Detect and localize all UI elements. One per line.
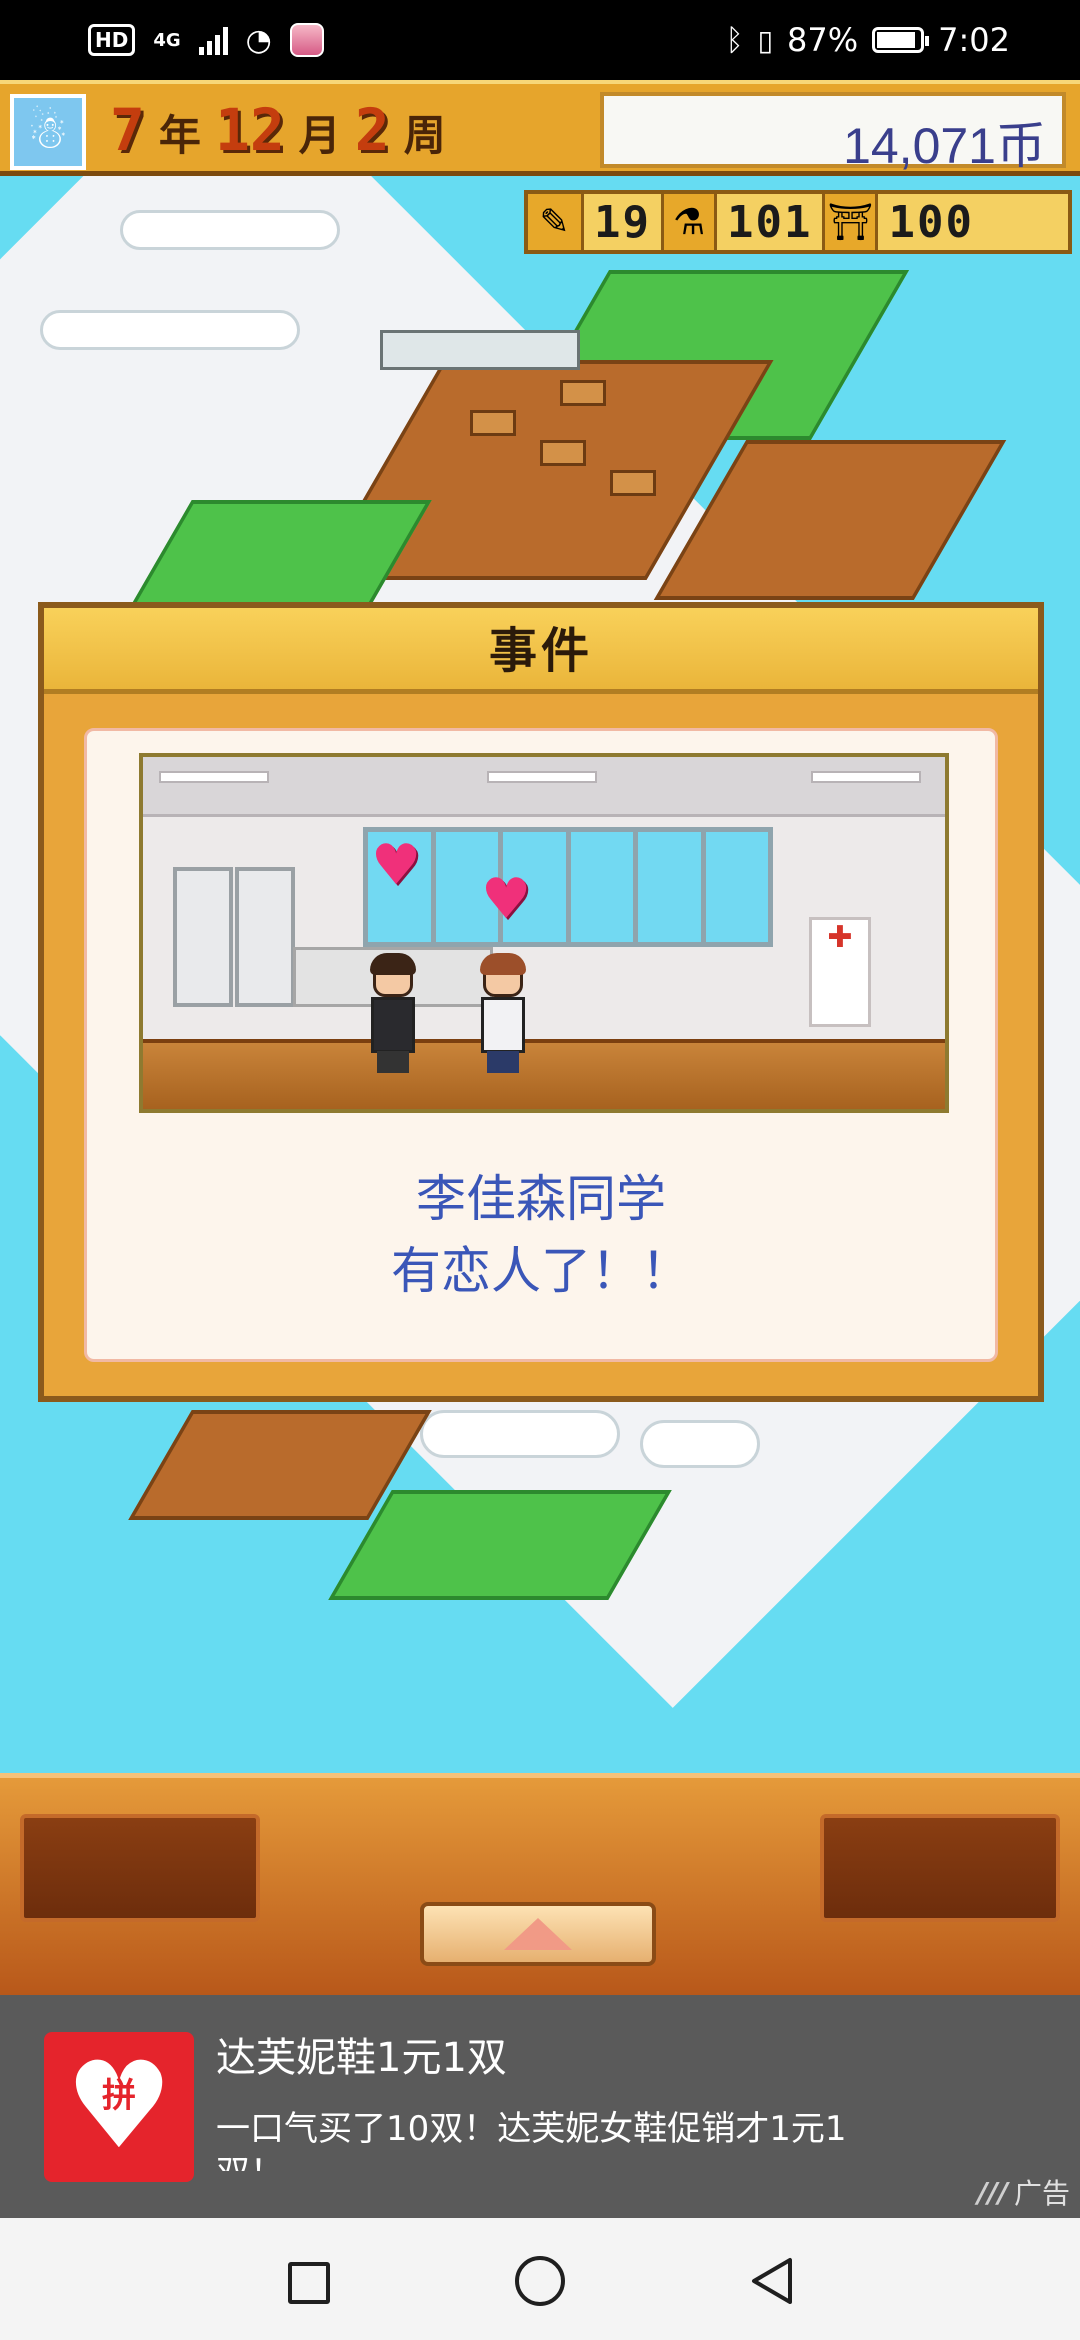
status-bar: HD 4G ◔ ᛒ ▯ 87% 7:02 <box>0 0 1080 80</box>
ad-description[interactable]: 一口气买了10双！达芙妮女鞋促销才1元1双！ <box>216 2107 876 2171</box>
battery-percent: 87% <box>787 21 859 59</box>
left-menu-button[interactable] <box>20 1814 260 1922</box>
event-message-line1: 李佳森同学 <box>416 1170 666 1228</box>
battery-icon <box>872 27 930 53</box>
stat-research-value: 101 <box>726 196 813 248</box>
event-illustration: ✚ ♥ ♥ <box>139 753 949 1113</box>
ceiling <box>143 757 945 817</box>
ceiling-light <box>811 771 921 783</box>
money-value: 14,071币 <box>843 118 1046 174</box>
month-unit: 月 <box>298 111 341 160</box>
locker <box>173 867 233 1007</box>
game-app-icon <box>289 23 324 57</box>
ad-label-wrap: /// 广告 <box>977 2172 1070 2212</box>
snowman-icon: ☃ <box>10 94 86 170</box>
clock: 7:02 <box>938 21 1010 59</box>
first-aid-icon: ✚ <box>809 917 871 1027</box>
heart-icon: ♥ <box>481 867 532 932</box>
snow-hedge <box>120 210 340 250</box>
ceiling-light <box>487 771 597 783</box>
classroom-window <box>363 827 773 947</box>
girl-student <box>477 953 529 1073</box>
snow-hedge <box>640 1420 760 1468</box>
vibrate-icon: ▯ <box>757 23 774 57</box>
home-button[interactable] <box>515 2256 565 2306</box>
back-button[interactable] <box>748 2256 798 2306</box>
ad-label: 广告 <box>1013 2177 1070 2210</box>
boy-student <box>367 953 419 1073</box>
desk <box>560 380 606 406</box>
event-title: 事件 <box>488 623 593 679</box>
week-unit: 周 <box>403 111 446 160</box>
weibo-icon: ◔ <box>245 22 272 58</box>
up-arrow-icon <box>504 1918 572 1950</box>
money-box: 14,071币 <box>600 92 1066 174</box>
year-unit: 年 <box>158 111 201 160</box>
top-hud: ☃ 7 年 12 月 2 周 14,071币 <box>0 80 1080 176</box>
event-panel: ✚ ♥ ♥ 李佳森同学 有恋人了！！ <box>84 728 998 1362</box>
heart-icon: ♥ <box>371 833 422 898</box>
game-date: 7 年 12 月 2 周 <box>110 96 446 166</box>
bell-icon: ⛩ <box>822 194 879 250</box>
month-value: 12 <box>214 96 285 164</box>
ad-title[interactable]: 达芙妮鞋1元1双 <box>216 2025 507 2083</box>
event-message: 李佳森同学 有恋人了！！ <box>87 1163 995 1307</box>
stat-reputation-value: 100 <box>888 196 974 248</box>
network-label: 4G <box>153 29 181 51</box>
hd-icon: HD <box>88 24 136 56</box>
ad-banner[interactable]: ♥ 拼 达芙妮鞋1元1双 一口气买了10双！达芙妮女鞋促销才1元1双！ /// … <box>0 1995 1080 2218</box>
event-title-bar: 事件 <box>44 608 1038 694</box>
pencil-icon: ✎ <box>528 194 584 250</box>
ad-network-icon: /// <box>977 2175 1008 2209</box>
desk <box>610 470 656 496</box>
expand-menu-button[interactable] <box>420 1902 656 1966</box>
flask-icon: ⚗ <box>660 194 717 250</box>
locker <box>235 867 295 1007</box>
stat-study-value: 19 <box>594 196 651 248</box>
ceiling-light <box>159 771 269 783</box>
desk <box>470 410 516 436</box>
bottom-toolbar <box>0 1773 1080 1995</box>
classroom-wall <box>380 330 580 370</box>
event-dialog[interactable]: 事件 ✚ ♥ ♥ 李佳森同学 有恋人了！！ <box>38 602 1044 1402</box>
right-menu-button[interactable] <box>820 1814 1060 1922</box>
scene-floor <box>143 1039 945 1109</box>
bluetooth-icon: ᛒ <box>725 22 744 58</box>
stats-hud: ✎ 19 ⚗ 101 ⛩ 100 <box>524 190 1072 254</box>
event-message-line2: 有恋人了！！ <box>391 1242 691 1300</box>
snow-hedge <box>40 310 300 350</box>
year-value: 7 <box>110 96 145 164</box>
snow-hedge <box>420 1410 620 1458</box>
game-map[interactable]: ☃ 7 年 12 月 2 周 14,071币 ✎ 19 ⚗ 101 ⛩ 100 … <box>0 80 1080 1995</box>
signal-icon <box>198 25 228 55</box>
desk <box>540 440 586 466</box>
recent-apps-button[interactable] <box>288 2262 330 2304</box>
pinduoduo-logo: ♥ 拼 <box>44 2032 194 2182</box>
ad-logo-text: 拼 <box>102 2076 136 2116</box>
navigation-bar <box>0 2218 1080 2340</box>
week-value: 2 <box>354 96 390 164</box>
